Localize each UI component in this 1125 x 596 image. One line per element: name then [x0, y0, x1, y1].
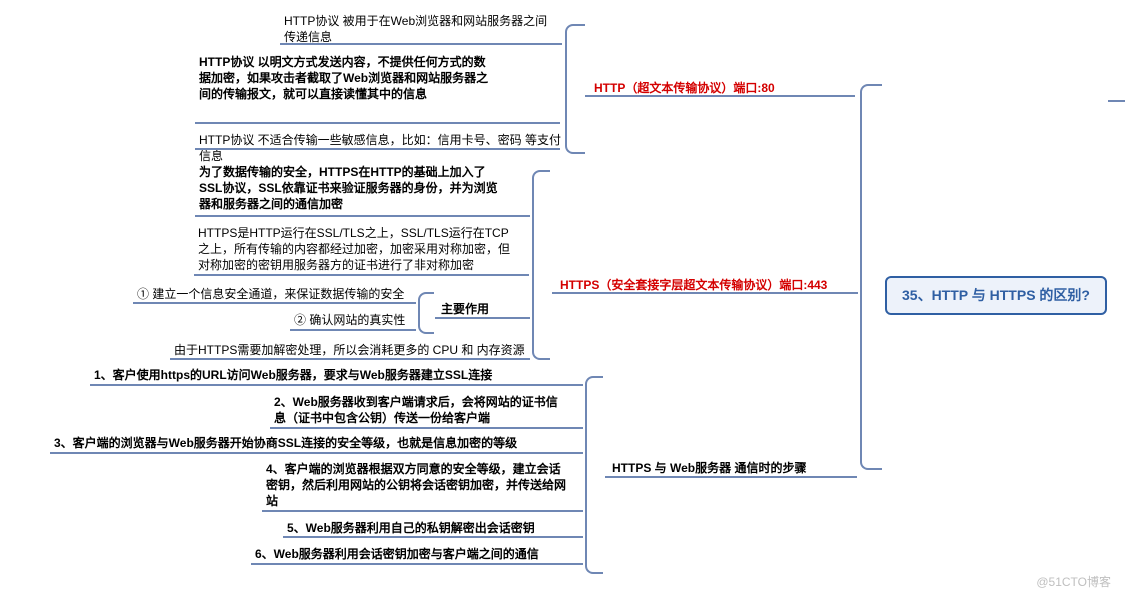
under-steps [605, 476, 857, 478]
step-6: 6、Web服务器利用会话密钥加密与客户端之间的通信 [251, 544, 543, 564]
under-s3 [50, 452, 583, 454]
brace-steps [585, 376, 603, 574]
under-http-2 [195, 122, 560, 124]
under-https-intro [195, 215, 530, 217]
under-main-role [435, 317, 530, 319]
root-brace [860, 84, 882, 470]
brace-https [532, 170, 550, 360]
step-2: 2、Web服务器收到客户端请求后，会将网站的证书信息（证书中包含公钥）传送一份给… [270, 392, 570, 428]
under-s1 [90, 384, 583, 386]
under-http-3 [195, 148, 560, 150]
brace-main-role [418, 292, 434, 334]
under-s4 [262, 510, 583, 512]
https-detail: HTTPS是HTTP运行在SSL/TLS之上，SSL/TLS运行在TCP之上，所… [194, 223, 514, 276]
main-role-item-2: ② 确认网站的真实性 [290, 310, 409, 330]
under-mr2 [290, 329, 416, 331]
http-item-1: HTTP协议 被用于在Web浏览器和网站服务器之间传递信息 [280, 11, 560, 47]
http-item-2: HTTP协议 以明文方式发送内容，不提供任何方式的数据加密，如果攻击者截取了We… [195, 52, 495, 105]
root-node[interactable]: 35、HTTP 与 HTTPS 的区别? [885, 276, 1107, 315]
under-https-note [170, 358, 530, 360]
under-https-detail [194, 274, 529, 276]
step-4: 4、客户端的浏览器根据双方同意的安全等级，建立会话密钥，然后利用网站的公钥将会话… [262, 459, 572, 512]
under-s6 [251, 563, 583, 565]
under-http-1 [280, 43, 562, 45]
watermark: @51CTO博客 [1036, 573, 1111, 590]
under-http [585, 95, 855, 97]
under-https [552, 292, 858, 294]
step-1: 1、客户使用https的URL访问Web服务器，要求与Web服务器建立SSL连接 [90, 365, 590, 385]
root-stub [1108, 100, 1125, 102]
under-mr1 [133, 302, 416, 304]
brace-http [565, 24, 585, 154]
under-s5 [283, 536, 583, 538]
https-intro: 为了数据传输的安全，HTTPS在HTTP的基础上加入了SSL协议，SSL依靠证书… [195, 162, 505, 215]
under-s2 [270, 427, 583, 429]
step-3: 3、客户端的浏览器与Web服务器开始协商SSL连接的安全等级，也就是信息加密的等… [50, 433, 590, 453]
